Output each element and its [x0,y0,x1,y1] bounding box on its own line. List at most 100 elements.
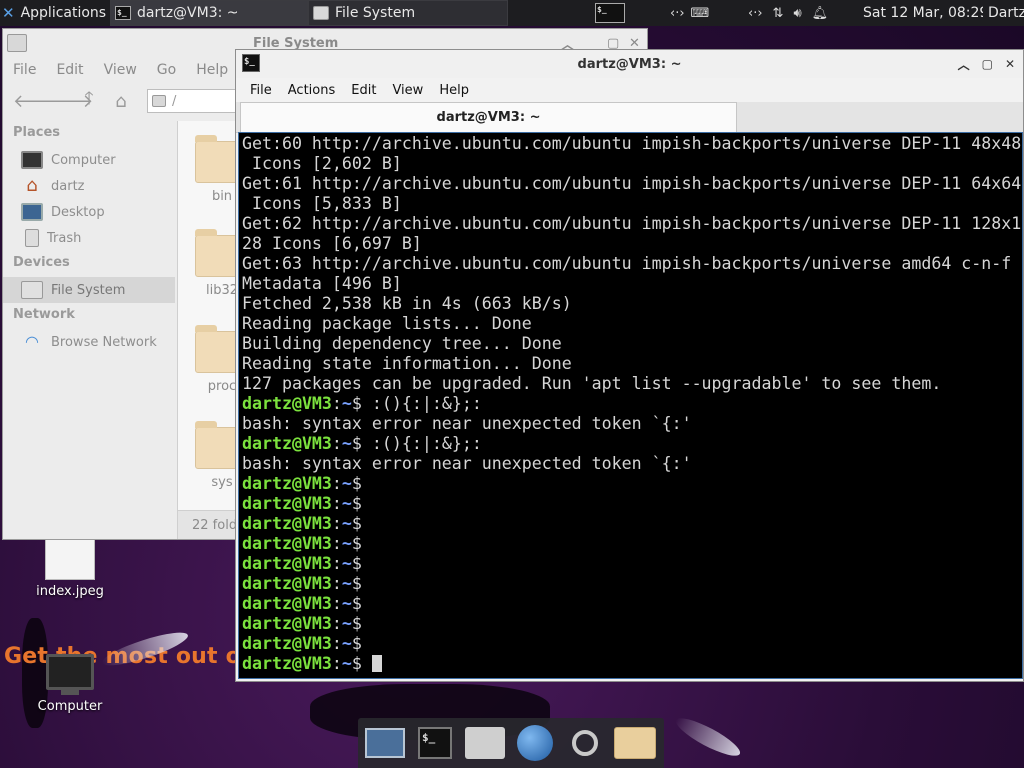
terminal-icon: $_ [115,6,131,20]
desktop-icon-index-jpeg[interactable]: index.jpeg [20,538,120,599]
terminal-output-line: Get:62 http://archive.ubuntu.com/ubuntu … [242,214,1022,233]
desktop-icon-label: Computer [37,699,103,714]
terminal-prompt-line: dartz@VM3:~$ [242,654,1022,674]
terminal-output-line: Reading state information... Done [242,354,572,373]
desktop-icon [365,728,405,758]
xfce-logo-icon: ✕ [2,4,15,22]
sidebar-heading-network: Network [13,307,75,322]
taskbar-button-file-system[interactable]: File System [308,0,508,26]
location-path: / [172,93,177,109]
terminal-menubar: File Actions Edit View Help [236,78,1023,102]
terminal-tab[interactable]: dartz@VM3: ~ [240,102,737,132]
prompt-user: dartz@VM3 [242,514,332,533]
user-name: Dartz [988,5,1024,21]
applications-menu[interactable]: ✕ Applications ⋮ [2,0,106,26]
prompt-path: ~ [341,494,352,513]
system-tray[interactable]: ‹·› ⇅ 🔊︎ 🔔︎ [748,0,852,26]
keyboard-indicator[interactable]: ‹·› ⌨ [670,0,730,26]
menu-view[interactable]: View [94,62,147,78]
menu-file[interactable]: File [242,83,280,98]
terminal-output-line: Fetched 2,538 kB in 4s (663 kB/s) [242,294,572,313]
prompt-user: dartz@VM3 [242,494,332,513]
terminal-icon: $_ [242,54,260,72]
menu-actions[interactable]: Actions [280,83,344,98]
sidebar-item-desktop[interactable]: Desktop [3,199,175,225]
dock-show-desktop[interactable] [364,722,406,764]
sidebar-item-label: Computer [51,152,116,168]
tab-label: dartz@VM3: ~ [436,110,541,125]
window-title: dartz@VM3: ~ [577,56,682,72]
terminal-output-line: Get:60 http://archive.ubuntu.com/ubuntu … [242,134,1022,153]
taskbar-label: dartz@VM3: ~ [137,5,239,21]
menu-help[interactable]: Help [431,83,477,98]
drive-icon [152,95,166,107]
terminal-prompt-line: dartz@VM3:~$ [242,554,362,573]
window-controls: ︿ ▢ ✕ [958,50,1015,78]
dock-terminal[interactable]: $_ [414,722,456,764]
dock-home-folder[interactable] [464,722,506,764]
notification-bell-icon: 🔔︎ [811,5,829,21]
prompt-path: ~ [341,594,352,613]
terminal-output-line: Icons [2,602 B] [242,154,402,173]
sidebar-item-computer[interactable]: Computer [3,147,175,173]
workspace-switcher[interactable]: $_ [590,0,630,26]
terminal-prompt-line: dartz@VM3:~$ [242,634,362,653]
desktop-icon [21,203,43,221]
sidebar-item-label: Desktop [51,204,105,220]
prompt-path: ~ [341,514,352,533]
terminal-output-line: Building dependency tree... Done [242,334,562,353]
dock-web-browser[interactable] [514,722,556,764]
command-text [362,654,372,673]
maximize-icon[interactable]: ▢ [982,57,993,71]
terminal-titlebar[interactable]: $_ dartz@VM3: ~ ︿ ▢ ✕ [236,50,1023,78]
prompt-user: dartz@VM3 [242,474,332,493]
sidebar-item-file-system[interactable]: File System [3,277,175,303]
terminal-screen[interactable]: Get:60 http://archive.ubuntu.com/ubuntu … [238,132,1023,679]
sidebar-heading-devices: Devices [13,255,70,270]
menu-edit[interactable]: Edit [46,62,93,78]
dock-folder[interactable] [614,722,656,764]
close-icon[interactable]: ✕ [1005,57,1015,71]
up-arrow-icon[interactable]: 🡑 [77,86,101,116]
computer-icon [21,151,43,169]
menu-file[interactable]: File [3,62,46,78]
forward-arrow-icon[interactable]: 🡒 [45,91,93,112]
sidebar-item-label: dartz [51,178,85,194]
home-icon: ⌂ [26,175,38,196]
user-menu[interactable]: Dartz [988,0,1024,26]
prompt-user: dartz@VM3 [242,654,332,673]
prompt-user: dartz@VM3 [242,574,332,593]
prompt-user: dartz@VM3 [242,534,332,553]
applications-label: Applications [20,5,106,21]
sidebar-item-browse-network[interactable]: ◠ Browse Network [3,329,175,355]
back-arrow-icon[interactable]: 🡐 [13,91,61,112]
dock-search[interactable] [564,722,606,764]
menu-help[interactable]: Help [186,62,238,78]
terminal-tabbar: dartz@VM3: ~ [236,102,1023,133]
menu-view[interactable]: View [384,83,431,98]
image-file-icon [45,538,95,580]
home-icon[interactable]: ⌂ [109,91,133,112]
terminal-window[interactable]: $_ dartz@VM3: ~ ︿ ▢ ✕ File Actions Edit … [235,49,1024,682]
keyboard-icon: ⌨ [690,5,710,21]
taskbar-label: File System [335,5,416,21]
terminal-prompt-line: dartz@VM3:~$ [242,514,362,533]
file-manager-sidebar: Places Computer ⌂ dartz Desktop Trash De… [3,121,175,539]
clock[interactable]: Sat 12 Mar, 08:29 [863,0,983,26]
terminal-prompt-line: dartz@VM3:~$ [242,594,362,613]
prompt-path: ~ [341,654,352,673]
minimize-icon[interactable]: ︿ [958,56,970,73]
dock: $_ [358,718,664,768]
code-icon: ‹·› [670,5,685,21]
prompt-user: dartz@VM3 [242,554,332,573]
sidebar-item-trash[interactable]: Trash [3,225,175,251]
desktop-icon-computer[interactable]: Computer [20,654,120,714]
menu-go[interactable]: Go [147,62,186,78]
volume-icon: 🔊︎ [793,5,802,21]
folder-icon [614,727,656,759]
home-folder-icon [465,727,505,759]
taskbar-button-terminal[interactable]: $_ dartz@VM3: ~ [110,0,308,26]
sidebar-item-dartz[interactable]: ⌂ dartz [3,173,175,199]
prompt-user: dartz@VM3 [242,614,332,633]
menu-edit[interactable]: Edit [343,83,384,98]
